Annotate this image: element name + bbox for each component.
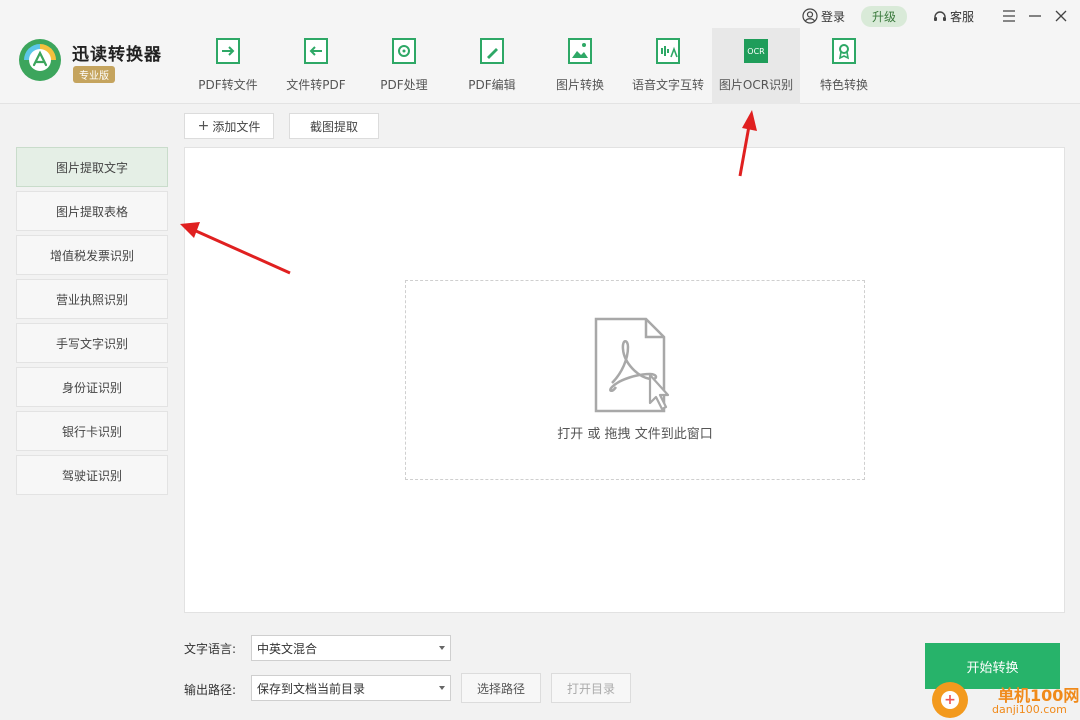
add-file-button[interactable]: + 添加文件 xyxy=(184,113,274,139)
file-dropzone[interactable]: 打开 或 拖拽 文件到此窗口 xyxy=(405,280,865,480)
sidebar-item-vat-invoice[interactable]: 增值税发票识别 xyxy=(16,235,168,275)
tab-label: 图片转换 xyxy=(555,78,604,92)
customer-service-button[interactable]: 客服 xyxy=(933,8,974,25)
app-title: 迅读转换器 xyxy=(72,45,162,65)
sidebar-item-handwriting[interactable]: 手写文字识别 xyxy=(16,323,168,363)
open-directory-button[interactable]: 打开目录 xyxy=(551,673,631,703)
minimize-button[interactable] xyxy=(1022,4,1048,28)
tab-voice-text[interactable]: 语音文字互转 xyxy=(624,28,712,104)
output-path-select[interactable]: 保存到文档当前目录 xyxy=(251,675,451,701)
language-value: 中英文混合 xyxy=(257,641,318,656)
app-logo-icon xyxy=(19,39,61,81)
upgrade-button[interactable]: 升级 xyxy=(860,5,907,27)
sidebar-item-bank-card[interactable]: 银行卡识别 xyxy=(16,411,168,451)
sidebar-item-business-license[interactable]: 营业执照识别 xyxy=(16,279,168,319)
ocr-icon: OCR xyxy=(744,39,768,63)
ocr-sidebar: 图片提取文字 图片提取表格 增值税发票识别 营业执照识别 手写文字识别 身份证识… xyxy=(16,147,168,499)
dropdown-caret-icon xyxy=(439,686,445,690)
language-label: 文字语言: xyxy=(184,642,237,656)
screenshot-extract-button[interactable]: 截图提取 xyxy=(289,113,379,139)
output-path-value: 保存到文档当前目录 xyxy=(257,681,366,696)
site-watermark: + 单机100网 danji100.com xyxy=(930,680,1080,720)
login-button[interactable]: 登录 xyxy=(802,8,845,25)
tab-image-convert[interactable]: 图片转换 xyxy=(536,28,624,104)
title-bar-actions: 登录 升级 客服 xyxy=(802,4,1080,28)
close-button[interactable] xyxy=(1048,4,1074,28)
watermark-logo-icon: + xyxy=(932,682,968,718)
pdf-process-icon xyxy=(392,38,416,64)
close-icon xyxy=(1055,10,1067,22)
tab-label: PDF处理 xyxy=(380,78,428,92)
main-tabs: PDF转文件 文件转PDF PDF处理 PDF编辑 图片转换 语音文字互转 OC… xyxy=(184,28,888,104)
tab-special-convert[interactable]: 特色转换 xyxy=(800,28,888,104)
special-convert-icon xyxy=(832,38,856,64)
tab-label: PDF转文件 xyxy=(198,78,258,92)
watermark-url: danji100.com xyxy=(992,703,1067,716)
pdf-convert-icon xyxy=(216,38,240,64)
tab-label: 特色转换 xyxy=(819,78,868,92)
file-list-area: 打开 或 拖拽 文件到此窗口 xyxy=(184,147,1065,613)
dropdown-caret-icon xyxy=(439,646,445,650)
choose-path-button[interactable]: 选择路径 xyxy=(461,673,541,703)
voice-text-icon xyxy=(656,38,680,64)
sidebar-item-image-text[interactable]: 图片提取文字 xyxy=(16,147,168,187)
sidebar-item-image-table[interactable]: 图片提取表格 xyxy=(16,191,168,231)
minimize-icon xyxy=(1029,15,1041,17)
tab-pdf-edit[interactable]: PDF编辑 xyxy=(448,28,536,104)
output-path-label: 输出路径: xyxy=(184,683,237,697)
svg-text:OCR: OCR xyxy=(747,47,765,56)
menu-icon xyxy=(1003,10,1015,22)
pdf-edit-icon xyxy=(480,38,504,64)
image-convert-icon xyxy=(568,38,592,64)
language-select[interactable]: 中英文混合 xyxy=(251,635,451,661)
tab-file-to-pdf[interactable]: 文件转PDF xyxy=(272,28,360,104)
add-file-label: 添加文件 xyxy=(212,119,261,134)
tab-label: 文件转PDF xyxy=(286,78,346,92)
plus-icon: + xyxy=(197,118,210,134)
sidebar-item-driver-license[interactable]: 驾驶证识别 xyxy=(16,455,168,495)
pro-badge: 专业版 xyxy=(73,66,115,83)
tab-label: PDF编辑 xyxy=(468,78,516,92)
service-label: 客服 xyxy=(949,9,974,24)
pdf-file-icon xyxy=(594,317,670,413)
tab-label: 图片OCR识别 xyxy=(718,78,794,92)
menu-button[interactable] xyxy=(996,4,1022,28)
sidebar-item-id-card[interactable]: 身份证识别 xyxy=(16,367,168,407)
tab-pdf-process[interactable]: PDF处理 xyxy=(360,28,448,104)
tab-label: 语音文字互转 xyxy=(631,78,704,92)
headset-icon xyxy=(933,11,946,21)
app-header: 迅读转换器 专业版 PDF转文件 文件转PDF PDF处理 PDF编辑 图片转换… xyxy=(0,0,1080,104)
dropzone-hint: 打开 或 拖拽 文件到此窗口 xyxy=(557,427,713,442)
user-icon xyxy=(802,8,818,24)
login-label: 登录 xyxy=(820,9,845,24)
tab-pdf-to-file[interactable]: PDF转文件 xyxy=(184,28,272,104)
file-to-pdf-icon xyxy=(304,38,328,64)
tab-image-ocr[interactable]: OCR 图片OCR识别 xyxy=(712,28,800,104)
